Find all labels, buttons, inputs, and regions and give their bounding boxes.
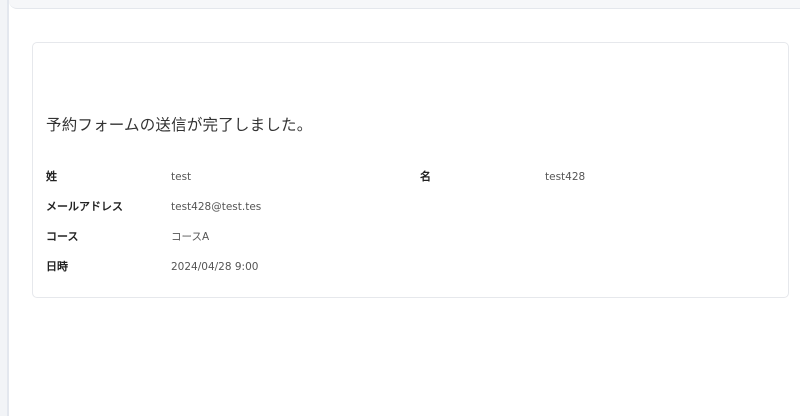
row-name: 姓 test 名 test428 bbox=[33, 167, 788, 187]
first-name-value: test428 bbox=[545, 171, 586, 183]
row-course: コース コースA bbox=[33, 227, 788, 247]
last-name-label: 姓 bbox=[46, 170, 57, 183]
last-name-value: test bbox=[171, 171, 192, 183]
page-frame: 予約フォームの送信が完了しました。 姓 test 名 test428 メールアド… bbox=[7, 0, 800, 416]
row-email: メールアドレス test428@test.tes bbox=[33, 197, 788, 217]
email-label: メールアドレス bbox=[46, 200, 123, 213]
confirmation-card: 予約フォームの送信が完了しました。 姓 test 名 test428 メールアド… bbox=[32, 42, 789, 298]
page-title: 予約フォームの送信が完了しました。 bbox=[46, 116, 313, 134]
datetime-value: 2024/04/28 9:00 bbox=[171, 261, 259, 273]
row-datetime: 日時 2024/04/28 9:00 bbox=[33, 257, 788, 277]
datetime-label: 日時 bbox=[46, 260, 68, 273]
first-name-label: 名 bbox=[420, 170, 431, 183]
email-value: test428@test.tes bbox=[171, 201, 262, 213]
course-label: コース bbox=[46, 230, 79, 243]
course-value: コースA bbox=[171, 231, 210, 243]
top-header-strip bbox=[9, 0, 800, 9]
